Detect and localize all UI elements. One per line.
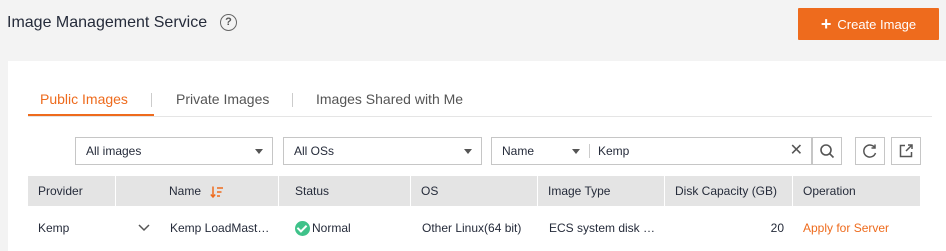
- search-field-select[interactable]: Name: [491, 137, 589, 165]
- search-value: Kemp: [598, 144, 630, 158]
- cell-provider: Kemp: [38, 221, 70, 235]
- export-icon: [899, 144, 913, 158]
- sort-icon[interactable]: [210, 185, 224, 199]
- column-disk-capacity: Disk Capacity (GB): [665, 176, 793, 206]
- apply-for-server-link[interactable]: Apply for Server: [803, 213, 920, 243]
- close-icon[interactable]: ✕: [790, 142, 803, 160]
- cell-disk-capacity: 20: [770, 221, 784, 235]
- caret-down-icon: [464, 149, 472, 154]
- column-name: Name: [169, 184, 202, 198]
- table-header: Provider Name Status OS Image Type Disk …: [28, 176, 920, 206]
- create-image-button[interactable]: + Create Image: [798, 8, 939, 40]
- status-text: Normal: [312, 221, 351, 235]
- page-title: Image Management Service: [7, 14, 208, 31]
- plus-icon: +: [820, 14, 832, 34]
- cell-name[interactable]: Kemp LoadMast…: [170, 213, 280, 243]
- search-field-value: Name: [502, 144, 535, 158]
- column-os: OS: [411, 176, 538, 206]
- os-value: All OSs: [294, 144, 335, 158]
- tab-images-shared[interactable]: Images Shared with Me: [316, 91, 463, 107]
- export-button[interactable]: [891, 137, 921, 165]
- column-status: Status: [285, 176, 411, 206]
- column-name-header[interactable]: Name: [159, 176, 279, 206]
- tab-bar: Public Images Private Images Images Shar…: [28, 87, 932, 117]
- tab-private-images[interactable]: Private Images: [176, 91, 269, 107]
- caret-down-icon: [255, 149, 263, 154]
- table-row: Kemp Kemp LoadMast… Normal Other Linux(6…: [28, 213, 920, 243]
- os-select[interactable]: All OSs: [283, 137, 482, 165]
- column-operation: Operation: [803, 184, 856, 198]
- column-image-type: Image Type: [538, 176, 665, 206]
- cell-image-type: ECS system disk …: [549, 221, 656, 235]
- chevron-down-icon: [138, 224, 150, 232]
- expand-row-button[interactable]: [138, 213, 154, 243]
- search-icon: [820, 144, 835, 159]
- search-button[interactable]: [812, 137, 842, 165]
- cell-status: Normal: [295, 213, 405, 243]
- refresh-button[interactable]: [855, 137, 885, 165]
- active-tab-indicator: [28, 114, 154, 116]
- tab-divider: [151, 93, 152, 107]
- image-type-select[interactable]: All images: [75, 137, 273, 165]
- help-icon[interactable]: ?: [220, 14, 237, 31]
- refresh-icon: [863, 144, 877, 158]
- cell-os: Other Linux(64 bit): [422, 221, 522, 235]
- check-circle-icon: [295, 221, 310, 237]
- search-input[interactable]: Kemp ✕: [588, 137, 812, 165]
- tab-divider: [292, 93, 293, 107]
- image-type-value: All images: [86, 144, 142, 158]
- create-image-label: Create Image: [837, 16, 917, 32]
- caret-down-icon: [572, 149, 580, 154]
- main-panel: Public Images Private Images Images Shar…: [8, 61, 946, 251]
- column-provider: Provider: [28, 176, 116, 206]
- tab-public-images[interactable]: Public Images: [40, 91, 128, 107]
